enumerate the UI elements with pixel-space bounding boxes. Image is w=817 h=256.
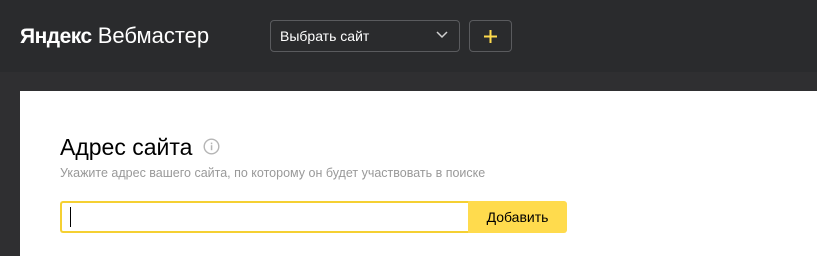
address-hint: Укажите адрес вашего сайта, по которому … <box>60 166 486 180</box>
logo-product: Вебмастер <box>97 23 210 48</box>
top-bar: Яндекс Вебмастер Выбрать сайт <box>0 0 817 72</box>
info-icon[interactable] <box>203 138 220 155</box>
add-site-button[interactable] <box>469 20 512 52</box>
left-sidebar-strip <box>0 72 20 256</box>
yandex-webmaster-logo[interactable]: Яндекс Вебмастер <box>20 22 209 50</box>
site-select-value: Выбрать сайт <box>280 28 370 44</box>
plus-icon <box>484 30 497 43</box>
page-title: Адрес сайта <box>60 134 193 160</box>
chevron-down-icon <box>436 31 448 39</box>
main-content-panel: Адрес сайта Укажите адрес вашего сайта, … <box>20 91 817 256</box>
logo-brand: Яндекс <box>20 25 92 48</box>
site-address-input[interactable] <box>60 201 470 233</box>
text-caret <box>70 207 71 227</box>
site-select-dropdown[interactable]: Выбрать сайт <box>270 20 460 52</box>
add-button[interactable]: Добавить <box>468 201 567 233</box>
